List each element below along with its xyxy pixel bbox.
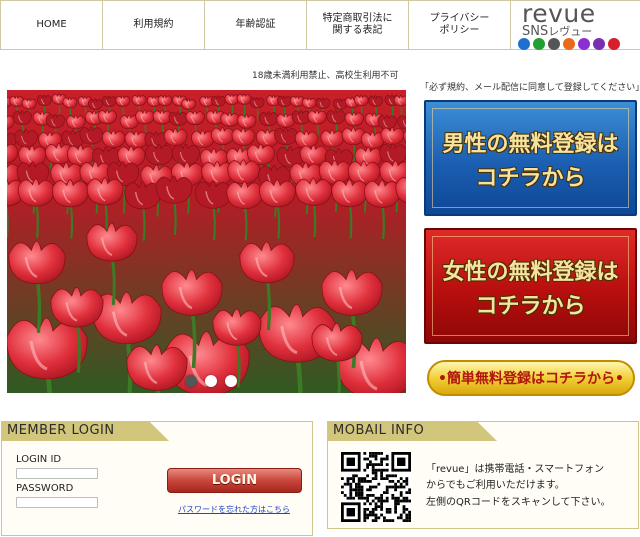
- female-register-line1: 女性の無料登録は: [442, 259, 619, 285]
- nav-age-verification[interactable]: 年齢認証: [205, 1, 307, 49]
- mobile-info-line1: 「revue」は携帯電話・スマートフォン: [426, 464, 605, 475]
- mobile-info-title: MOBAIL INFO: [327, 421, 497, 441]
- chat-icon[interactable]: [578, 38, 590, 50]
- login-id-input[interactable]: [16, 468, 98, 479]
- nav-age-label: 年齢認証: [235, 19, 276, 30]
- mobile-info-line3: 左側のQRコードをスキャンして下さい。: [426, 497, 611, 508]
- logo-sub: SNSレヴュー: [522, 23, 592, 39]
- male-register-button[interactable]: 男性の無料登録は コチラから: [424, 100, 637, 216]
- qr-code: [341, 452, 411, 522]
- female-register-frame: [432, 236, 629, 336]
- easy-register-button[interactable]: •簡単無料登録はコチラから•: [427, 360, 635, 396]
- nav-commerce-label-1: 特定商取引法に: [322, 13, 393, 24]
- nav-home[interactable]: HOME: [0, 1, 103, 49]
- tulip-field-image: [7, 90, 406, 393]
- camera-icon[interactable]: [548, 38, 560, 50]
- mail-icon[interactable]: [518, 38, 530, 50]
- slideshow-dots: [185, 375, 237, 387]
- male-register-frame: [432, 108, 629, 208]
- female-register-button[interactable]: 女性の無料登録は コチラから: [424, 228, 637, 344]
- nav-privacy-label-2: ポリシー: [439, 25, 480, 36]
- female-register-line2: コチラから: [475, 293, 586, 319]
- male-register-line1: 男性の無料登録は: [442, 131, 619, 157]
- video-icon[interactable]: [563, 38, 575, 50]
- phone-icon[interactable]: [533, 38, 545, 50]
- nav-terms-label: 利用規約: [133, 19, 174, 30]
- password-label: PASSWORD: [16, 483, 74, 494]
- member-login-title: MEMBER LOGIN: [1, 421, 169, 441]
- slide-dot-1[interactable]: [185, 375, 197, 387]
- nav-commerce-law[interactable]: 特定商取引法に 関する表記: [307, 1, 409, 49]
- male-register-line2: コチラから: [475, 165, 586, 191]
- nav-commerce-label-2: 関する表記: [332, 25, 383, 36]
- easy-register-label: •簡単無料登録はコチラから•: [438, 371, 624, 387]
- nav-terms[interactable]: 利用規約: [103, 1, 205, 49]
- nav-privacy-policy[interactable]: プライバシー ポリシー: [409, 1, 511, 49]
- logo-sub-latin: SNS: [522, 24, 549, 39]
- site-logo[interactable]: revue SNSレヴュー: [512, 0, 640, 50]
- mobile-info-panel: MOBAIL INFO 「revue」は携帯電話・スマートフォン からでもご利用…: [327, 421, 639, 529]
- login-button[interactable]: LOGIN: [167, 468, 302, 493]
- hero-slideshow[interactable]: [7, 90, 406, 393]
- search-icon[interactable]: [593, 38, 605, 50]
- nav-privacy-label-1: プライバシー: [429, 13, 490, 24]
- heart-icon[interactable]: [608, 38, 620, 50]
- mobile-info-line2: からでもご利用いただけます。: [426, 480, 565, 491]
- forgot-password-link[interactable]: パスワードを忘れた方はこちら: [178, 504, 290, 515]
- top-navigation: HOME 利用規約 年齢認証 特定商取引法に 関する表記 プライバシー ポリシー…: [0, 0, 640, 50]
- nav-home-label: HOME: [36, 19, 67, 30]
- login-id-label: LOGIN ID: [16, 454, 62, 465]
- age-restriction-notice: 18歳未満利用禁止、高校生利用不可: [252, 71, 399, 81]
- slide-dot-3[interactable]: [225, 375, 237, 387]
- member-login-panel: MEMBER LOGIN LOGIN ID PASSWORD LOGIN パスワ…: [1, 421, 313, 536]
- sns-icon-row: [518, 38, 620, 50]
- slide-dot-2[interactable]: [205, 375, 217, 387]
- agreement-notice: 「必ず規約、メール配信に同意して登録してください」: [420, 83, 640, 93]
- password-input[interactable]: [16, 497, 98, 508]
- logo-sub-kana: レヴュー: [548, 25, 593, 38]
